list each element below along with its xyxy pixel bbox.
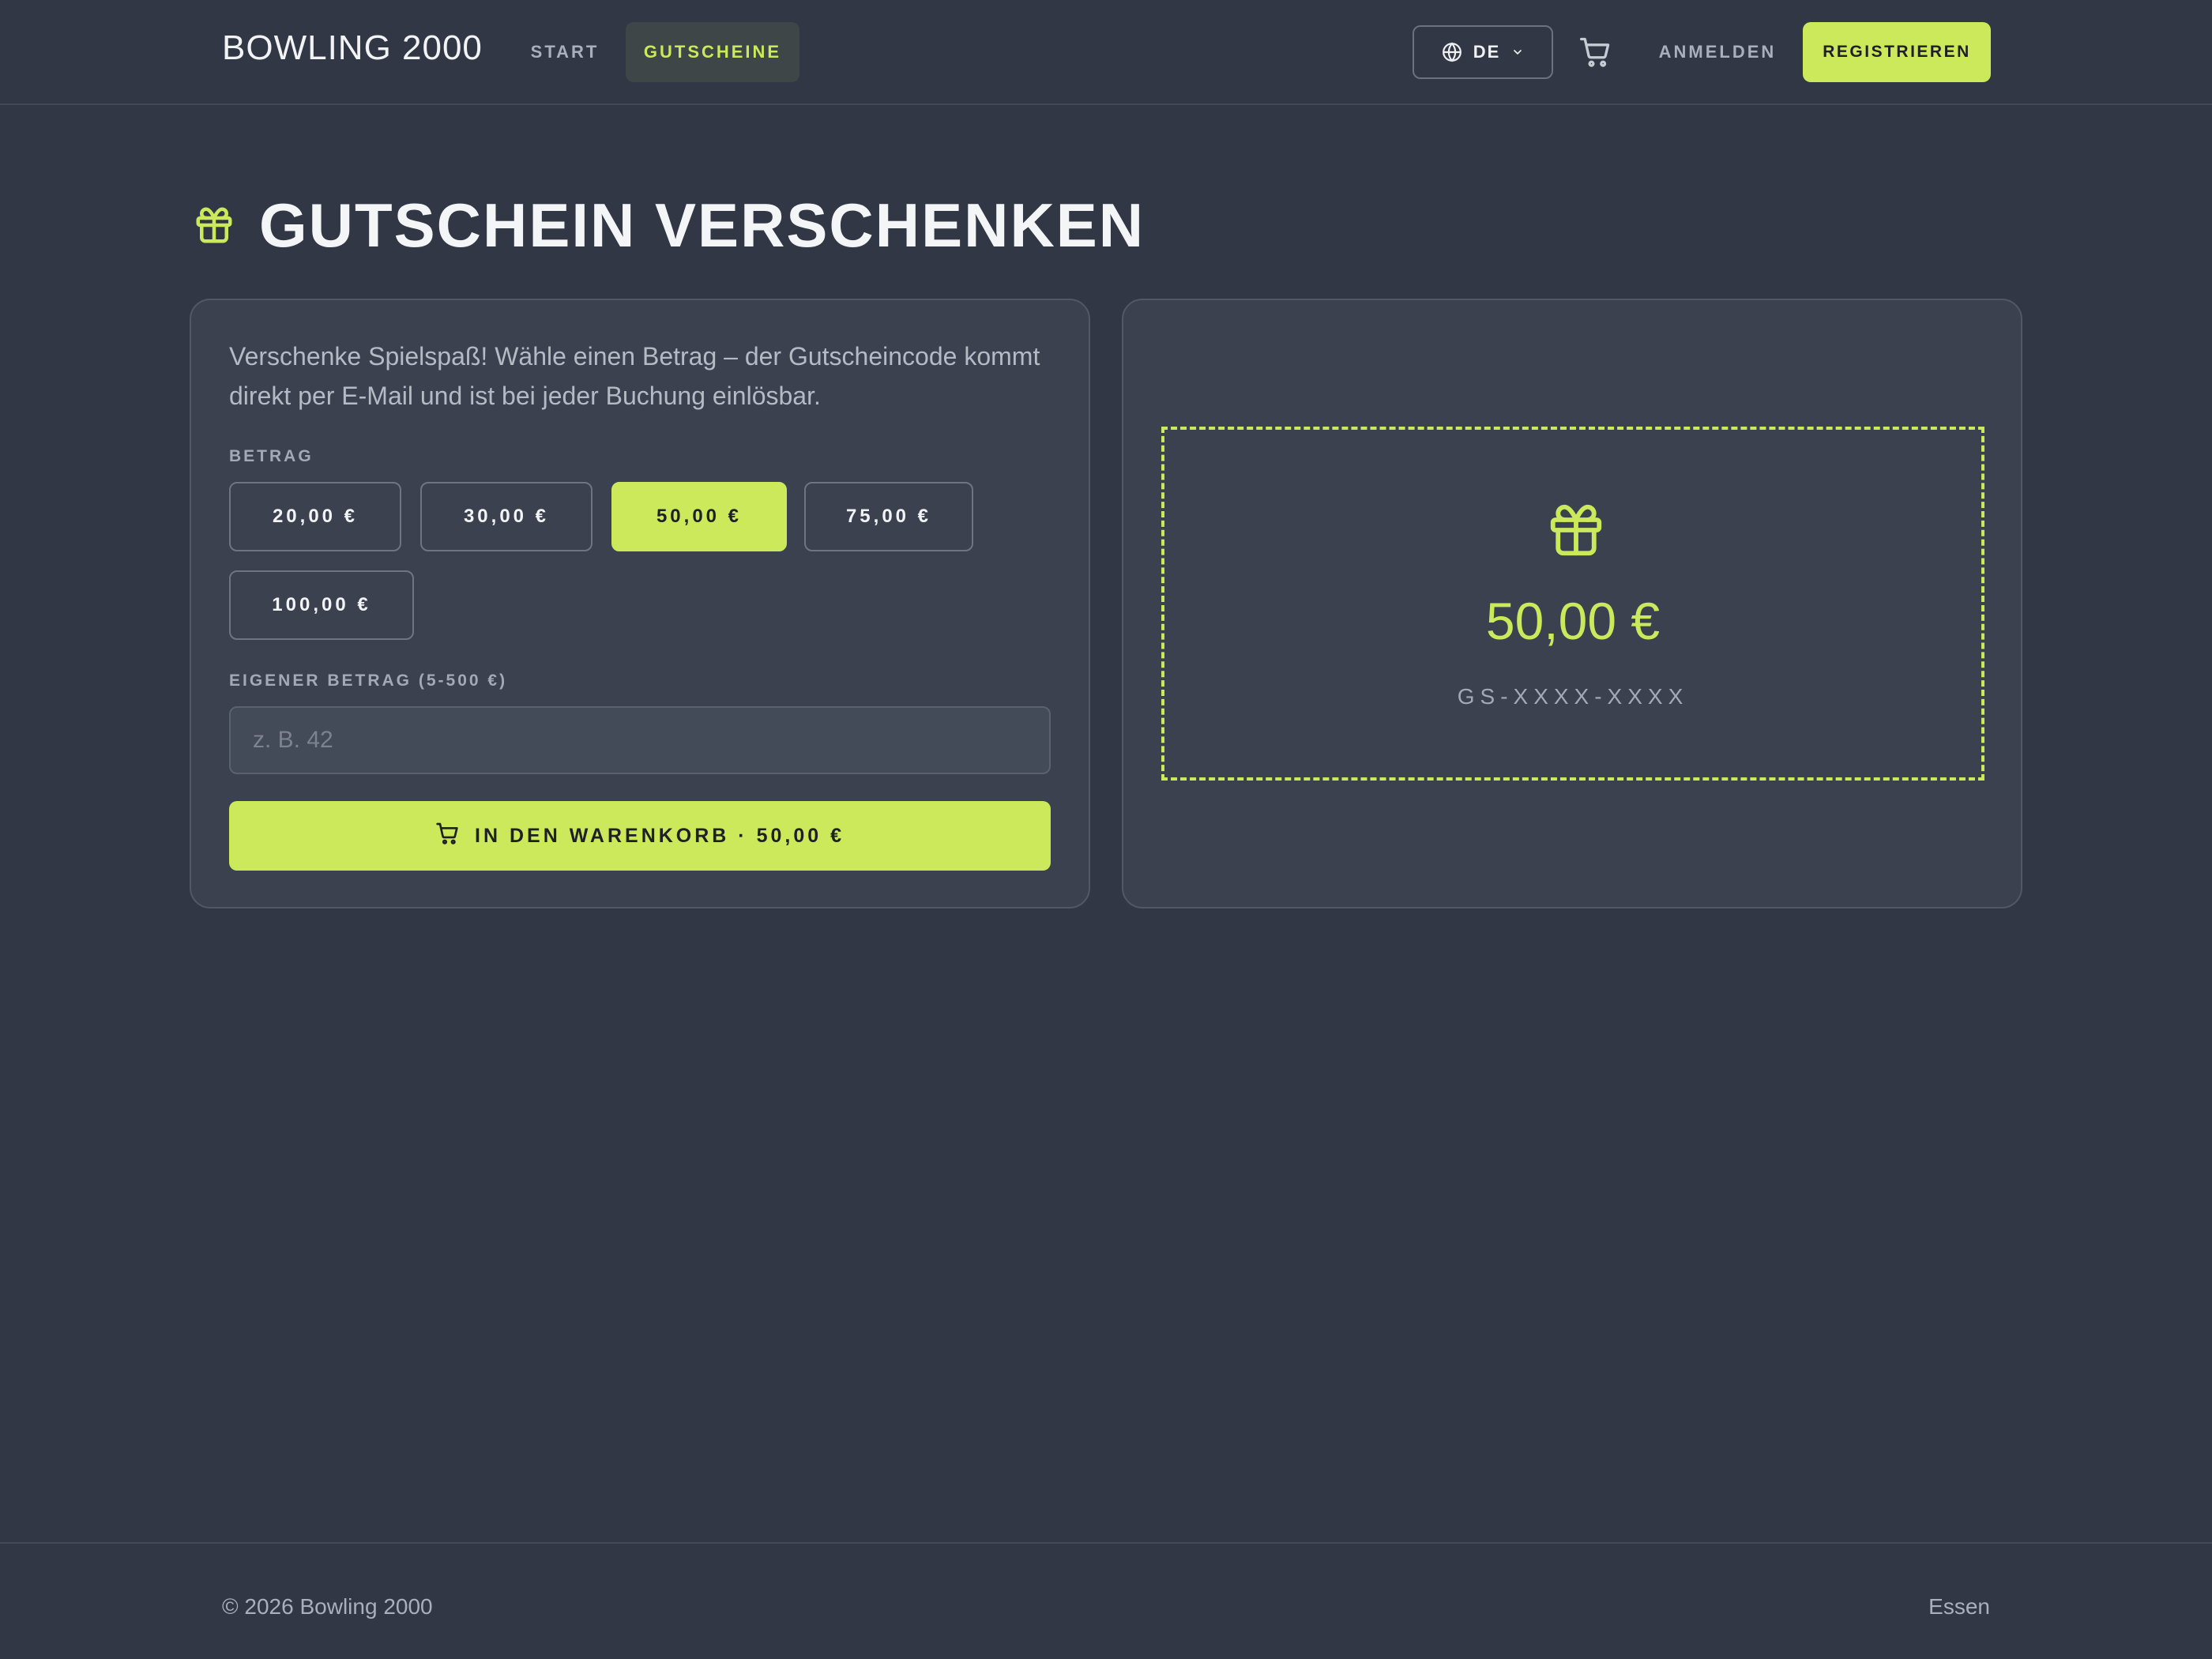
voucher-preview: 50,00 € GS-XXXX-XXXX <box>1161 427 1984 781</box>
voucher-amount: 50,00 € <box>1485 592 1661 650</box>
copyright-text: © 2026 Bowling 2000 <box>222 1594 433 1619</box>
custom-amount-label: EIGENER BETRAG (5-500 €) <box>229 672 508 690</box>
voucher-preview-card: 50,00 € GS-XXXX-XXXX <box>1122 299 2022 908</box>
add-to-cart-button[interactable]: IN DEN WARENKORB · 50,00 € <box>229 801 1051 871</box>
nav-start[interactable]: START <box>514 22 616 82</box>
gift-icon <box>193 204 235 246</box>
voucher-form-card: Verschenke Spielspaß! Wähle einen Betrag… <box>190 299 1090 908</box>
custom-amount-input[interactable] <box>229 706 1051 774</box>
site-header: BOWLING 2000 START GUTSCHEINE DE ANMELDE… <box>0 0 2212 105</box>
globe-icon <box>1442 42 1462 62</box>
language-code: DE <box>1473 42 1501 62</box>
nav-gutscheine[interactable]: GUTSCHEINE <box>626 22 799 82</box>
register-button[interactable]: REGISTRIEREN <box>1803 22 1991 82</box>
add-to-cart-label: IN DEN WARENKORB · 50,00 € <box>475 824 845 847</box>
amount-option-100[interactable]: 100,00 € <box>229 570 414 640</box>
amount-option-50[interactable]: 50,00 € <box>611 482 787 551</box>
login-link[interactable]: ANMELDEN <box>1656 22 1779 82</box>
voucher-code: GS-XXXX-XXXX <box>1457 684 1689 709</box>
cart-icon <box>435 821 461 852</box>
language-selector[interactable]: DE <box>1413 25 1553 79</box>
cart-icon <box>1578 37 1613 73</box>
cart-button[interactable] <box>1578 35 1613 70</box>
amount-option-30[interactable]: 30,00 € <box>420 482 592 551</box>
chevron-down-icon <box>1511 46 1524 58</box>
intro-text: Verschenke Spielspaß! Wähle einen Betrag… <box>229 342 1040 410</box>
page-title: GUTSCHEIN VERSCHENKEN <box>259 190 1146 260</box>
site-footer: © 2026 Bowling 2000 Essen <box>0 1542 2212 1659</box>
footer-link-essen[interactable]: Essen <box>1928 1594 1990 1620</box>
amount-label: BETRAG <box>229 447 314 465</box>
gift-icon <box>1545 499 1607 561</box>
brand-logo[interactable]: BOWLING 2000 <box>222 28 483 68</box>
amount-option-75[interactable]: 75,00 € <box>804 482 973 551</box>
amount-option-20[interactable]: 20,00 € <box>229 482 401 551</box>
